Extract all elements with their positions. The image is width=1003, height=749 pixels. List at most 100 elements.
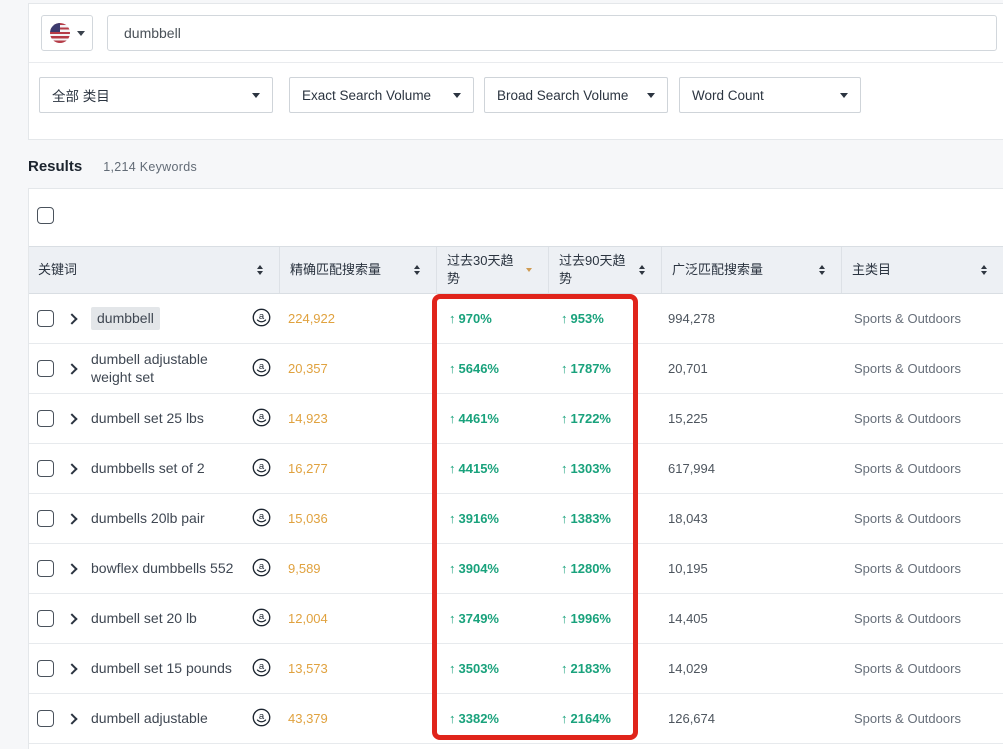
expand-chevron-icon[interactable] (66, 613, 77, 624)
expand-chevron-icon[interactable] (66, 563, 77, 574)
header-trend-30d[interactable]: 过去30天趋势 (436, 247, 548, 293)
broad-volume-value: 14,405 (661, 594, 841, 643)
trend-90d-value: ↑ 1383% (548, 494, 661, 543)
exact-volume-value: 43,379 (279, 694, 436, 743)
sort-icon (257, 265, 263, 275)
table-row: bowflex dumbbells 552 a 9,589 ↑ 3904% ↑ … (29, 544, 1003, 594)
trend-up-arrow-icon: ↑ (561, 461, 568, 476)
broad-volume-value: 10,195 (661, 544, 841, 593)
amazon-icon[interactable]: a (252, 358, 271, 380)
chevron-down-icon (840, 93, 848, 98)
keyword-text: dumbell set 20 lb (91, 610, 197, 628)
row-checkbox[interactable] (37, 510, 54, 527)
exact-search-volume-filter-dropdown[interactable]: Exact Search Volume (289, 77, 474, 113)
trend-up-arrow-icon: ↑ (449, 661, 456, 676)
broad-volume-value: 18,043 (661, 494, 841, 543)
header-exact-volume[interactable]: 精确匹配搜索量 (279, 247, 436, 293)
expand-chevron-icon[interactable] (66, 713, 77, 724)
keyword-text: bowflex dumbbells 552 (91, 560, 233, 578)
table-body: dumbbell a 224,922 ↑ 970% ↑ 953% 994,278… (29, 294, 1003, 744)
trend-up-arrow-icon: ↑ (449, 361, 456, 376)
trend-30d-value: ↑ 3749% (436, 594, 548, 643)
amazon-icon[interactable]: a (252, 558, 271, 580)
row-checkbox[interactable] (37, 460, 54, 477)
sort-icon (639, 265, 645, 275)
expand-chevron-icon[interactable] (66, 363, 77, 374)
exact-volume-value: 12,004 (279, 594, 436, 643)
broad-volume-value: 126,674 (661, 694, 841, 743)
trend-up-arrow-icon: ↑ (449, 311, 456, 326)
table-header-row: 关键词 精确匹配搜索量 过去30天趋势 过去90天趋势 广泛匹配搜索量 主类目 (29, 246, 1003, 294)
exact-filter-label: Exact Search Volume (302, 88, 431, 103)
table-row: dumbell set 20 lb a 12,004 ↑ 3749% ↑ 199… (29, 594, 1003, 644)
expand-chevron-icon[interactable] (66, 663, 77, 674)
search-row (29, 4, 1003, 63)
header-broad-volume[interactable]: 广泛匹配搜索量 (661, 247, 841, 293)
trend-90d-value: ↑ 1722% (548, 394, 661, 443)
trend-up-arrow-icon: ↑ (561, 711, 568, 726)
broad-volume-value: 15,225 (661, 394, 841, 443)
word-count-filter-label: Word Count (692, 88, 764, 103)
main-category-value: Sports & Outdoors (841, 594, 1003, 643)
trend-30d-value: ↑ 4461% (436, 394, 548, 443)
main-category-value: Sports & Outdoors (841, 394, 1003, 443)
expand-chevron-icon[interactable] (66, 313, 77, 324)
row-checkbox[interactable] (37, 710, 54, 727)
main-category-value: Sports & Outdoors (841, 544, 1003, 593)
row-checkbox[interactable] (37, 310, 54, 327)
expand-chevron-icon[interactable] (66, 463, 77, 474)
row-checkbox[interactable] (37, 360, 54, 377)
word-count-filter-dropdown[interactable]: Word Count (679, 77, 861, 113)
category-filter-dropdown[interactable]: 全部 类目 (39, 77, 273, 113)
trend-up-arrow-icon: ↑ (449, 611, 456, 626)
row-checkbox[interactable] (37, 410, 54, 427)
main-category-value: Sports & Outdoors (841, 344, 1003, 393)
main-category-value: Sports & Outdoors (841, 694, 1003, 743)
table-row: dumbell adjustable weight set a 20,357 ↑… (29, 344, 1003, 394)
keyword-search-input[interactable] (107, 15, 997, 51)
table-row: dumbell adjustable a 43,379 ↑ 3382% ↑ 21… (29, 694, 1003, 744)
amazon-icon[interactable]: a (252, 508, 271, 530)
amazon-icon[interactable]: a (252, 708, 271, 730)
expand-chevron-icon[interactable] (66, 513, 77, 524)
keyword-text: dumbbell (91, 307, 160, 331)
category-filter-label: 全部 类目 (52, 85, 110, 105)
table-row: dumbells 20lb pair a 15,036 ↑ 3916% ↑ 13… (29, 494, 1003, 544)
header-trend-90d[interactable]: 过去90天趋势 (548, 247, 661, 293)
select-all-checkbox[interactable] (37, 207, 54, 224)
amazon-icon[interactable]: a (252, 408, 271, 430)
row-checkbox[interactable] (37, 660, 54, 677)
amazon-icon[interactable]: a (252, 308, 271, 330)
trend-up-arrow-icon: ↑ (561, 511, 568, 526)
trend-up-arrow-icon: ↑ (449, 511, 456, 526)
chevron-down-icon (252, 93, 260, 98)
trend-up-arrow-icon: ↑ (561, 411, 568, 426)
sort-icon (414, 265, 420, 275)
keyword-text: dumbbells set of 2 (91, 460, 205, 478)
amazon-icon[interactable]: a (252, 458, 271, 480)
table-row: dumbbells set of 2 a 16,277 ↑ 4415% ↑ 13… (29, 444, 1003, 494)
row-checkbox[interactable] (37, 560, 54, 577)
broad-volume-value: 617,994 (661, 444, 841, 493)
broad-volume-value: 994,278 (661, 294, 841, 343)
amazon-icon[interactable]: a (252, 608, 271, 630)
marketplace-selector[interactable] (41, 15, 93, 51)
expand-chevron-icon[interactable] (66, 413, 77, 424)
row-checkbox[interactable] (37, 610, 54, 627)
trend-90d-value: ↑ 2164% (548, 694, 661, 743)
results-title: Results (28, 158, 82, 175)
table-row: dumbell set 15 pounds a 13,573 ↑ 3503% ↑… (29, 644, 1003, 694)
header-main-category[interactable]: 主类目 (841, 247, 1003, 293)
broad-volume-value: 20,701 (661, 344, 841, 393)
trend-90d-value: ↑ 1787% (548, 344, 661, 393)
main-category-value: Sports & Outdoors (841, 294, 1003, 343)
broad-search-volume-filter-dropdown[interactable]: Broad Search Volume (484, 77, 668, 113)
amazon-icon[interactable]: a (252, 658, 271, 680)
main-category-value: Sports & Outdoors (841, 444, 1003, 493)
trend-90d-value: ↑ 1280% (548, 544, 661, 593)
keyword-text: dumbell adjustable weight set (91, 351, 252, 386)
header-keyword[interactable]: 关键词 (29, 247, 279, 293)
trend-30d-value: ↑ 3503% (436, 644, 548, 693)
exact-volume-value: 9,589 (279, 544, 436, 593)
us-flag-icon (50, 23, 70, 43)
